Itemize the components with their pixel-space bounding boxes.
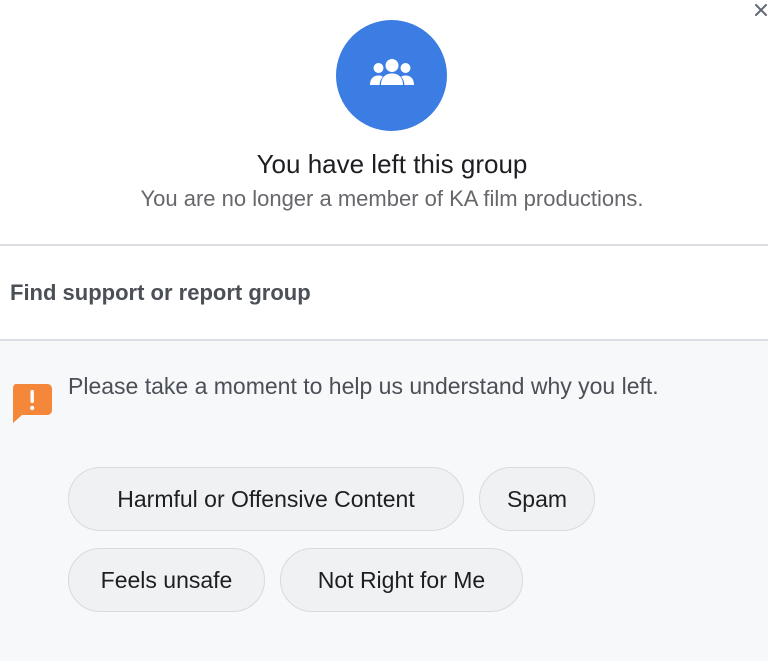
group-avatar: [336, 20, 447, 131]
alert-icon: [10, 383, 53, 425]
dialog-title: You have left this group: [256, 149, 528, 179]
divider: [0, 244, 768, 246]
feedback-prompt: Please take a moment to help us understa…: [68, 373, 659, 399]
dialog-subtitle: You are no longer a member of KA film pr…: [140, 186, 644, 211]
support-heading: Find support or report group: [10, 280, 311, 305]
reason-harmful-content-button[interactable]: Harmful or Offensive Content: [68, 467, 464, 531]
reason-spam-button[interactable]: Spam: [479, 467, 595, 531]
reason-feels-unsafe-button[interactable]: Feels unsafe: [68, 548, 265, 612]
left-group-header: You have left this group You are no long…: [0, 0, 768, 245]
reason-not-right-button[interactable]: Not Right for Me: [280, 548, 523, 612]
group-icon: [369, 58, 415, 93]
